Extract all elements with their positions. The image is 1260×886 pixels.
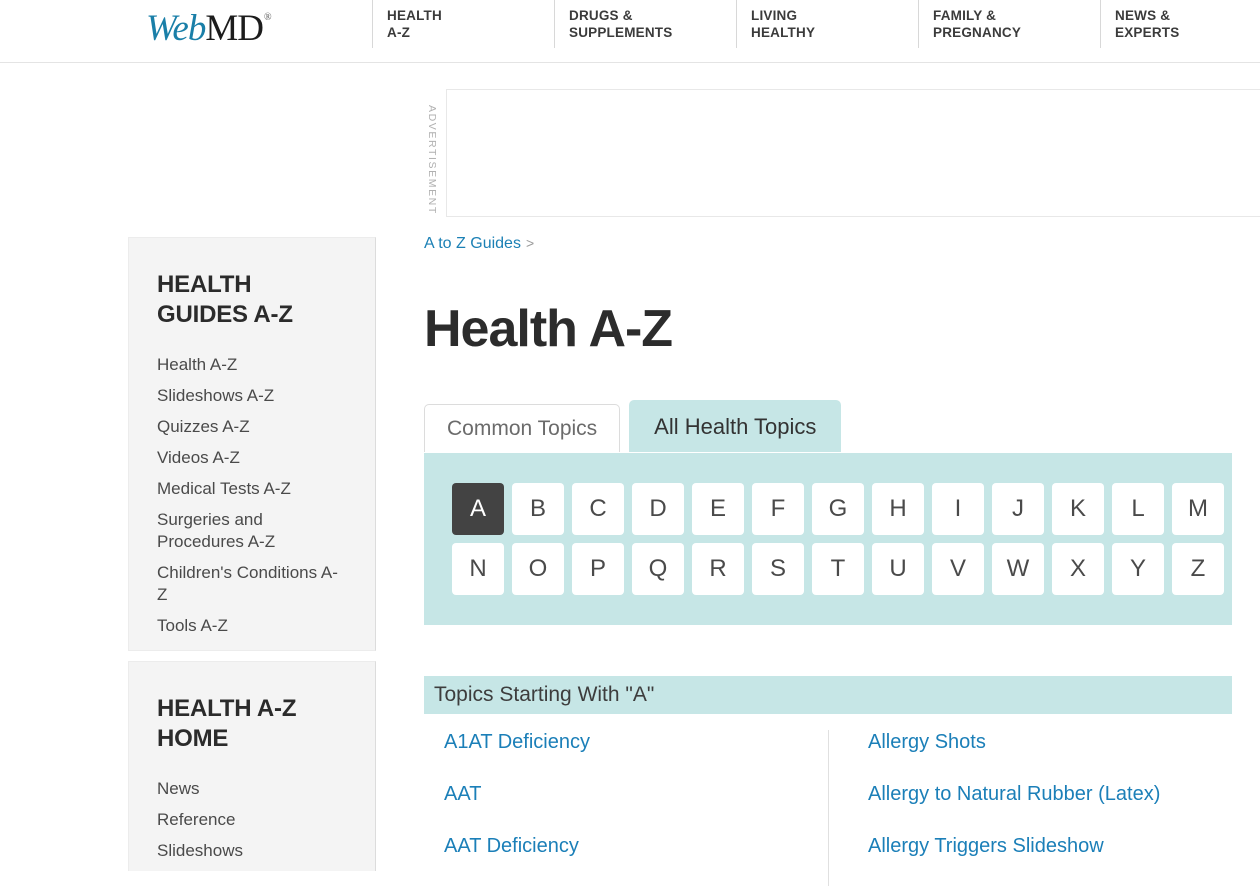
sidebar-item-videos-az[interactable]: Videos A-Z	[157, 447, 347, 469]
nav-item-label-line2: HEALTHY	[751, 25, 816, 40]
topics-column-left: A1AT Deficiency AAT AAT Deficiency	[424, 730, 828, 886]
letter-tile-x[interactable]: X	[1052, 543, 1104, 595]
nav-item-label-line1: LIVING	[751, 8, 798, 23]
topic-link-aat[interactable]: AAT	[444, 782, 828, 806]
sidebar-item-slideshows-az[interactable]: Slideshows A-Z	[157, 385, 347, 407]
main-content: A to Z Guides > Health A-Z Common Topics …	[424, 232, 1260, 886]
letter-tile-i[interactable]: I	[932, 483, 984, 535]
nav-item-drugs-supplements[interactable]: DRUGS & SUPPLEMENTS	[554, 0, 736, 48]
letter-tile-t[interactable]: T	[812, 543, 864, 595]
advertisement-slot[interactable]	[446, 89, 1260, 217]
sidebar-item-slideshows[interactable]: Slideshows	[157, 840, 347, 862]
alphabet-row-1: A B C D E F G H I J K L M	[452, 483, 1232, 535]
sidebar-item-surgeries-procedures-az[interactable]: Surgeries and Procedures A-Z	[157, 509, 347, 553]
tab-all-health-topics[interactable]: All Health Topics	[629, 400, 842, 452]
letter-tile-j[interactable]: J	[992, 483, 1044, 535]
sidebar-title-health-guides: HEALTH GUIDES A-Z	[157, 271, 293, 328]
alphabet-row-2: N O P Q R S T U V W X Y Z	[452, 543, 1232, 595]
sidebar-guides-list: Health A-Z Slideshows A-Z Quizzes A-Z Vi…	[157, 354, 347, 637]
sidebar-item-medical-tests-az[interactable]: Medical Tests A-Z	[157, 478, 347, 500]
letter-tile-m[interactable]: M	[1172, 483, 1224, 535]
breadcrumb-separator-icon: >	[525, 235, 535, 251]
letter-tile-q[interactable]: Q	[632, 543, 684, 595]
letter-tile-d[interactable]: D	[632, 483, 684, 535]
letter-tile-g[interactable]: G	[812, 483, 864, 535]
sidebar-item-tools-az[interactable]: Tools A-Z	[157, 615, 347, 637]
topics-column-right: Allergy Shots Allergy to Natural Rubber …	[828, 730, 1260, 886]
sidebar-home-list: News Reference Slideshows	[157, 778, 347, 862]
registered-mark-icon: ®	[263, 12, 272, 23]
nav-item-label-line2: EXPERTS	[1115, 25, 1180, 40]
alphabet-selector-panel: A B C D E F G H I J K L M N O P Q R S T …	[424, 453, 1232, 625]
nav-item-label-line1: DRUGS &	[569, 8, 633, 23]
sidebar-item-health-az[interactable]: Health A-Z	[157, 354, 347, 376]
letter-tile-v[interactable]: V	[932, 543, 984, 595]
nav-item-label-line2: PREGNANCY	[933, 25, 1022, 40]
nav-item-label-line1: FAMILY &	[933, 8, 997, 23]
topics-tabs: Common Topics All Health Topics	[424, 400, 842, 452]
letter-tile-o[interactable]: O	[512, 543, 564, 595]
nav-item-health-az[interactable]: HEALTH A-Z	[372, 0, 554, 48]
topics-section-header: Topics Starting With "A"	[424, 676, 1232, 714]
letter-tile-z[interactable]: Z	[1172, 543, 1224, 595]
nav-item-family-pregnancy[interactable]: FAMILY & PREGNANCY	[918, 0, 1100, 48]
webmd-logo[interactable]: Web MD ®	[146, 8, 272, 49]
nav-item-label-line1: HEALTH	[387, 8, 442, 23]
letter-tile-e[interactable]: E	[692, 483, 744, 535]
tab-common-topics[interactable]: Common Topics	[424, 404, 621, 452]
logo-text-web: Web	[146, 8, 206, 49]
letter-tile-l[interactable]: L	[1112, 483, 1164, 535]
sidebar-health-guides: HEALTH GUIDES A-Z Health A-Z Slideshows …	[128, 237, 376, 651]
topic-link-allergy-shots[interactable]: Allergy Shots	[868, 730, 1260, 754]
sidebar-item-reference[interactable]: Reference	[157, 809, 347, 831]
topics-columns: A1AT Deficiency AAT AAT Deficiency Aller…	[424, 730, 1260, 886]
letter-tile-b[interactable]: B	[512, 483, 564, 535]
breadcrumb: A to Z Guides >	[424, 232, 1260, 255]
letter-tile-c[interactable]: C	[572, 483, 624, 535]
letter-tile-w[interactable]: W	[992, 543, 1044, 595]
topic-link-allergy-natural-rubber-latex[interactable]: Allergy to Natural Rubber (Latex)	[868, 782, 1260, 806]
logo-text-md: MD	[205, 8, 264, 49]
topic-link-allergy-triggers-slideshow[interactable]: Allergy Triggers Slideshow	[868, 834, 1260, 858]
primary-nav: HEALTH A-Z DRUGS & SUPPLEMENTS LIVING HE…	[372, 0, 1260, 63]
advertisement-region: ADVERTISEMENT	[420, 89, 1260, 218]
sidebar-health-az-home: HEALTH A-Z HOME News Reference Slideshow…	[128, 661, 376, 871]
nav-item-living-healthy[interactable]: LIVING HEALTHY	[736, 0, 918, 48]
letter-tile-y[interactable]: Y	[1112, 543, 1164, 595]
advertisement-label: ADVERTISEMENT	[426, 105, 438, 215]
letter-tile-h[interactable]: H	[872, 483, 924, 535]
breadcrumb-link-a-to-z-guides[interactable]: A to Z Guides	[424, 235, 521, 252]
nav-item-label-line2: A-Z	[387, 25, 411, 40]
letter-tile-s[interactable]: S	[752, 543, 804, 595]
nav-item-label-line1: NEWS &	[1115, 8, 1171, 23]
topic-link-aat-deficiency[interactable]: AAT Deficiency	[444, 834, 828, 858]
letter-tile-a[interactable]: A	[452, 483, 504, 535]
sidebar-item-quizzes-az[interactable]: Quizzes A-Z	[157, 416, 347, 438]
letter-tile-p[interactable]: P	[572, 543, 624, 595]
nav-item-news-experts[interactable]: NEWS & EXPERTS	[1100, 0, 1260, 48]
letter-tile-k[interactable]: K	[1052, 483, 1104, 535]
topic-link-a1at-deficiency[interactable]: A1AT Deficiency	[444, 730, 828, 754]
letter-tile-f[interactable]: F	[752, 483, 804, 535]
nav-item-label-line2: SUPPLEMENTS	[569, 25, 673, 40]
letter-tile-r[interactable]: R	[692, 543, 744, 595]
sidebar-item-news[interactable]: News	[157, 778, 347, 800]
sidebar-title-health-az-home: HEALTH A-Z HOME	[157, 695, 297, 752]
letter-tile-n[interactable]: N	[452, 543, 504, 595]
page-title: Health A-Z	[424, 300, 673, 358]
letter-tile-u[interactable]: U	[872, 543, 924, 595]
site-header: Web MD ® HEALTH A-Z DRUGS & SUPPLEMENTS LI…	[0, 0, 1260, 63]
sidebar-item-childrens-conditions-az[interactable]: Children's Conditions A-Z	[157, 562, 347, 606]
